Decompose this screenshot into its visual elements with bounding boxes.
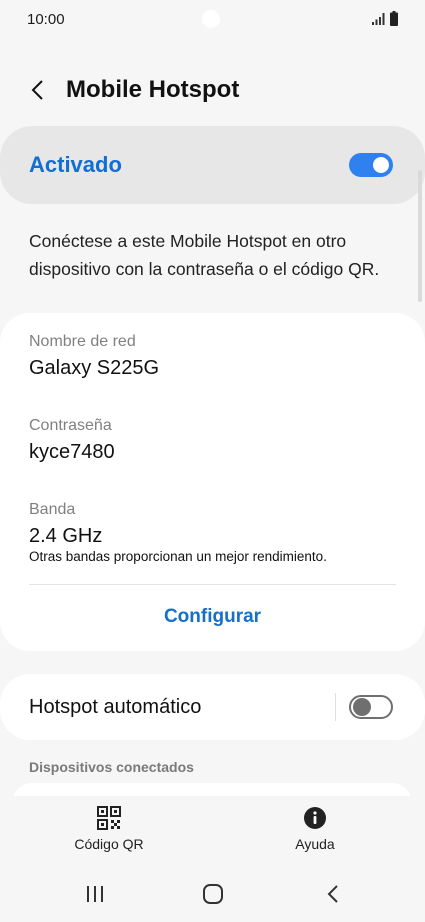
front-camera	[202, 10, 220, 28]
home-icon	[203, 884, 223, 904]
auto-hotspot-label: Hotspot automático	[29, 696, 202, 718]
band-note: Otras bandas proporcionan un mejor rendi…	[29, 549, 327, 564]
network-name-label: Nombre de red	[29, 333, 136, 350]
toggle-knob	[353, 698, 371, 716]
phone-screen: 10:00 Mobile Hotspot Activado Conéctese …	[0, 0, 425, 922]
home-button[interactable]	[191, 878, 235, 910]
hotspot-description: Conéctese a este Mobile Hotspot en otro …	[29, 231, 380, 279]
hotspot-status-label: Activado	[29, 152, 122, 177]
help-button[interactable]: Ayuda	[245, 806, 385, 862]
status-time: 10:00	[27, 11, 65, 28]
divider	[335, 693, 336, 721]
page-title: Mobile Hotspot	[66, 76, 240, 103]
back-icon	[327, 885, 338, 903]
auto-hotspot-toggle[interactable]	[349, 695, 393, 719]
band-label: Banda	[29, 501, 76, 518]
hotspot-toggle[interactable]	[349, 153, 393, 177]
toggle-knob	[371, 155, 391, 175]
password-value: kyce7480	[29, 441, 115, 463]
connected-devices-header: Dispositivos conectados	[29, 759, 194, 775]
auto-hotspot-row[interactable]: Hotspot automático	[0, 674, 425, 740]
help-label: Ayuda	[295, 836, 335, 852]
qr-code-icon	[97, 806, 121, 830]
network-name-value: Galaxy S225G	[29, 357, 160, 379]
bottom-action-bar: Código QR Ayuda	[0, 796, 425, 862]
configure-button[interactable]: Configurar	[0, 593, 425, 641]
app-header: Mobile Hotspot	[0, 62, 425, 118]
qr-code-label: Código QR	[74, 836, 144, 852]
band-value: 2.4 GHz	[29, 525, 103, 547]
back-button[interactable]	[20, 72, 56, 108]
hotspot-master-switch-row[interactable]: Activado	[0, 126, 425, 204]
status-bar: 10:00	[0, 0, 425, 40]
recents-icon	[87, 886, 103, 902]
recents-button[interactable]	[73, 878, 117, 910]
scrollbar[interactable]	[418, 170, 422, 302]
nav-back-button[interactable]	[311, 878, 355, 910]
chevron-left-icon	[31, 80, 43, 100]
system-nav-bar	[0, 866, 425, 922]
signal-icon	[372, 13, 385, 25]
battery-icon	[390, 11, 398, 26]
password-label: Contraseña	[29, 417, 112, 434]
network-details-card: Nombre de red Galaxy S225G Contraseña ky…	[0, 313, 425, 651]
info-icon	[304, 807, 326, 829]
qr-code-button[interactable]: Código QR	[39, 806, 179, 862]
divider	[29, 584, 396, 585]
